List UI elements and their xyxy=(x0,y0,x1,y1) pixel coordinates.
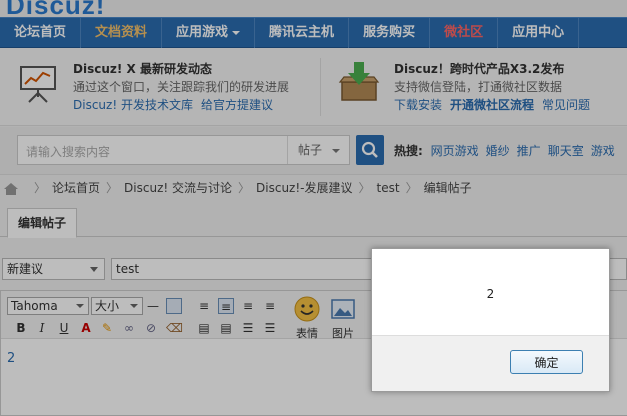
alert-dialog: 2 确定 xyxy=(371,248,610,392)
dialog-footer: 确定 xyxy=(372,335,609,391)
dialog-message: 2 xyxy=(486,287,495,301)
ok-button[interactable]: 确定 xyxy=(510,350,583,374)
